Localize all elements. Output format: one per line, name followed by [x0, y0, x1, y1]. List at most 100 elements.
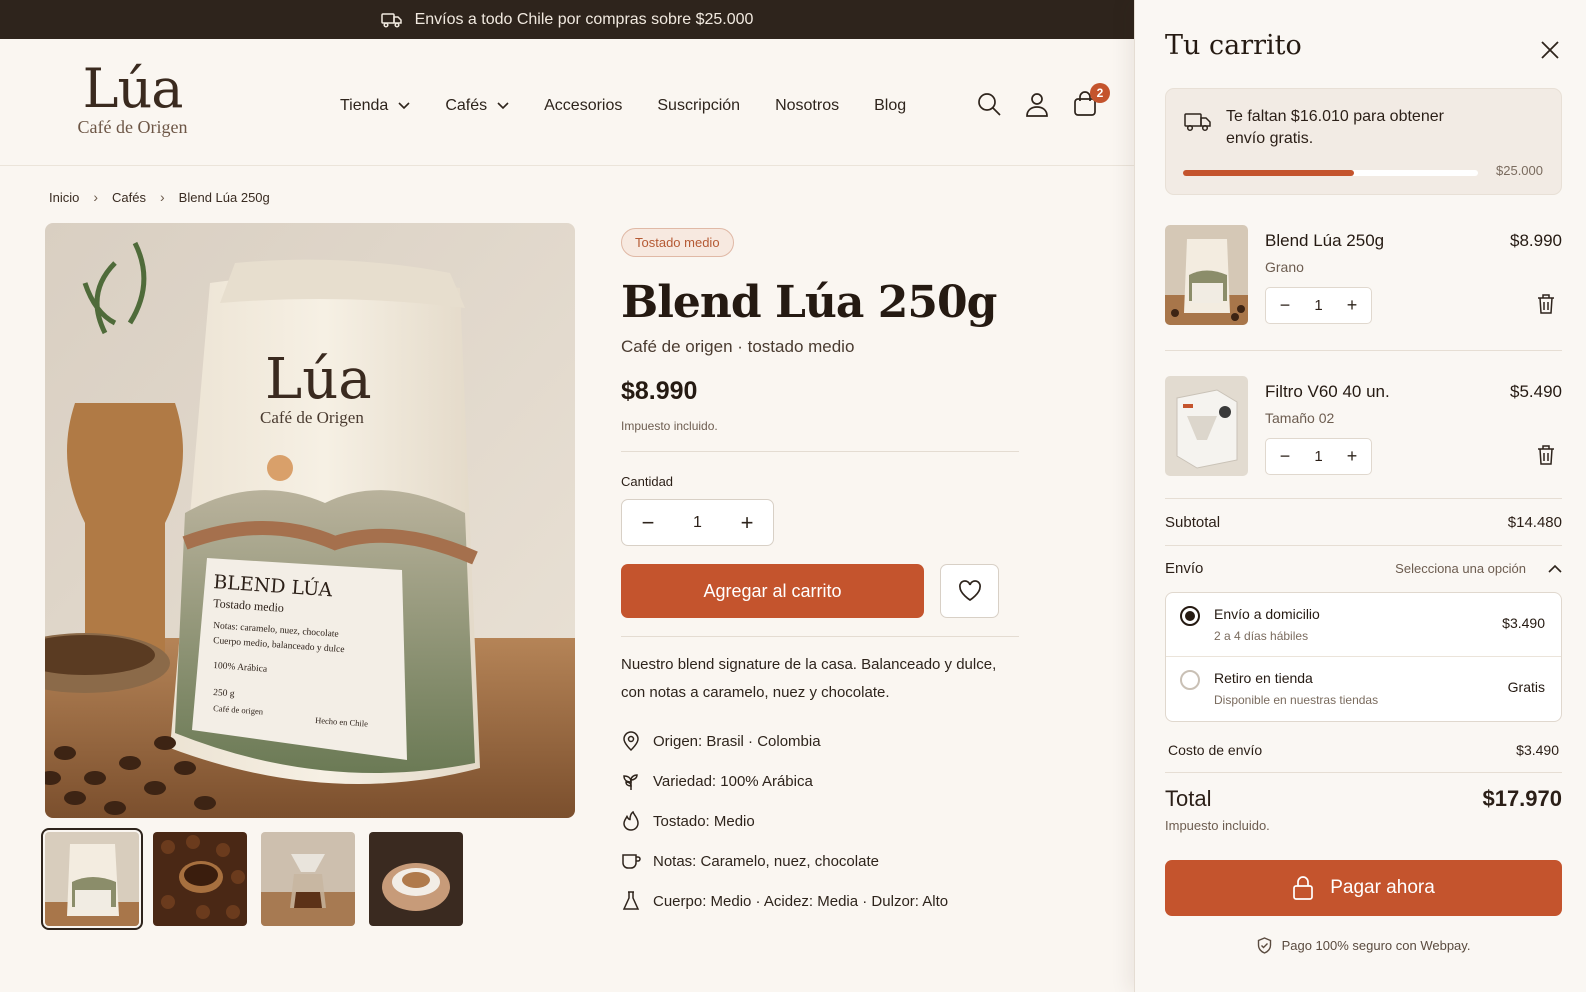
breadcrumb-cafes[interactable]: Cafés: [112, 190, 146, 205]
tax-note: Impuesto incluido.: [621, 419, 718, 433]
product-price: $8.990: [621, 377, 698, 405]
cart-item-quantity-stepper: − 1 +: [1265, 287, 1372, 324]
increase-quantity-button[interactable]: +: [1341, 295, 1363, 317]
add-to-cart-button[interactable]: Agregar al carrito: [621, 564, 924, 618]
attribute-text: Cuerpo: Medio · Acidez: Media · Dulzor: …: [653, 892, 949, 910]
attribute-origin: Origen: Brasil · Colombia: [621, 721, 1019, 761]
product-description: Nuestro blend signature de la casa. Bala…: [621, 656, 997, 701]
shipping-row[interactable]: Envío Selecciona una opción: [1165, 560, 1562, 577]
divider: [1165, 772, 1562, 773]
decrease-quantity-button[interactable]: −: [1274, 446, 1296, 468]
divider: [621, 451, 1019, 452]
attribute-variety: Variedad: 100% Arábica: [621, 761, 1019, 801]
divider: [1165, 498, 1562, 499]
product-title: Blend Lúa 250g: [621, 277, 997, 328]
flask-icon: [621, 891, 641, 911]
subtotal-label: Subtotal: [1165, 514, 1221, 531]
quantity-value[interactable]: 1: [693, 514, 702, 532]
product-main-image[interactable]: Lúa Café de Origen BLEND LÚA Tostado med…: [45, 223, 575, 818]
attribute-notes: Notas: Caramelo, nuez, chocolate: [621, 841, 1019, 881]
cart-item-quantity-stepper: − 1 +: [1265, 438, 1372, 475]
attribute-profile: Cuerpo: Medio · Acidez: Media · Dulzor: …: [621, 881, 1019, 921]
nav-item-tienda[interactable]: Tienda: [340, 97, 410, 115]
trash-icon[interactable]: [1536, 444, 1556, 466]
bag-tagline: Café de Origen: [260, 408, 364, 427]
increase-quantity-button[interactable]: +: [733, 509, 761, 537]
nav-item-suscripcion[interactable]: Suscripción: [657, 97, 740, 115]
cart-item-image[interactable]: [1165, 225, 1248, 325]
decrease-quantity-button[interactable]: −: [634, 509, 662, 537]
chevron-up-icon[interactable]: [1548, 564, 1562, 573]
logo-tagline: Café de Origen: [77, 117, 188, 137]
thumbnail-bag[interactable]: [41, 828, 143, 930]
shipping-cost-value: $3.490: [1516, 742, 1559, 758]
cart-item: Blend Lúa 250g Grano $8.990 − 1 +: [1165, 225, 1562, 325]
progress-fill: [1183, 170, 1355, 176]
shipping-options: Envío a domicilio 2 a 4 días hábiles $3.…: [1165, 592, 1562, 722]
pay-now-button[interactable]: Pagar ahora: [1165, 860, 1562, 916]
bag-brand: Lúa: [265, 347, 372, 412]
attribute-text: Origen: Brasil · Colombia: [653, 732, 821, 750]
account-icon[interactable]: [1024, 91, 1050, 117]
header-actions: 2: [976, 83, 1110, 117]
attribute-text: Variedad: 100% Arábica: [653, 772, 813, 790]
shipping-select-hint: Selecciona una opción: [1395, 561, 1526, 576]
cart-item: Filtro V60 40 un. Tamaño 02 $5.490 − 1 +: [1165, 376, 1562, 476]
nav-label: Tienda: [340, 97, 389, 114]
radio-home-delivery[interactable]: [1180, 606, 1200, 626]
decrease-quantity-button[interactable]: −: [1274, 295, 1296, 317]
attribute-text: Tostado: Medio: [653, 812, 755, 830]
cart-item-name: Blend Lúa 250g: [1265, 231, 1385, 250]
chevron-down-icon: [497, 102, 509, 110]
nav-label: Cafés: [445, 97, 488, 114]
thumbnail-cup[interactable]: [369, 832, 463, 926]
logo-wordmark: Lúa: [82, 57, 184, 120]
quantity-value[interactable]: 1: [1314, 297, 1322, 314]
search-icon[interactable]: [976, 91, 1002, 117]
breadcrumb-home[interactable]: Inicio: [49, 190, 79, 205]
nav-item-blog[interactable]: Blog: [874, 97, 906, 115]
product-info: Tostado medio Blend Lúa 250g Café de ori…: [621, 228, 1019, 921]
cart-icon[interactable]: 2: [1072, 83, 1110, 117]
truck-icon: [380, 12, 403, 28]
option-price: $3.490: [1502, 615, 1545, 631]
nav-item-cafes[interactable]: Cafés: [445, 97, 509, 115]
free-shipping-message: Te faltan $16.010 para obtener envío gra…: [1226, 108, 1444, 147]
announcement-bar: Envíos a todo Chile por compras sobre $2…: [0, 0, 1134, 39]
logo[interactable]: Lúa Café de Origen: [70, 61, 195, 138]
trash-icon[interactable]: [1536, 293, 1556, 315]
free-shipping-goal: $25.000: [1496, 163, 1543, 178]
wishlist-button[interactable]: [940, 564, 999, 618]
cart-item-variant: Grano: [1265, 259, 1304, 275]
free-shipping-progress: [1183, 170, 1478, 176]
shipping-option-home[interactable]: Envío a domicilio 2 a 4 días hábiles $3.…: [1166, 593, 1561, 657]
secure-payment-note: Pago 100% seguro con Webpay.: [1165, 937, 1562, 954]
total-row: Total $17.970: [1165, 786, 1562, 812]
total-tax-row: Impuesto incluido.: [1165, 818, 1562, 833]
roast-badge: Tostado medio: [621, 228, 734, 257]
increase-quantity-button[interactable]: +: [1341, 446, 1363, 468]
cart-item-image[interactable]: [1165, 376, 1248, 476]
flame-icon: [621, 811, 641, 831]
divider: [621, 636, 1019, 637]
option-subtitle: Disponible en nuestras tiendas: [1214, 693, 1379, 707]
cup-icon: [621, 851, 641, 871]
thumbnail-pour-over[interactable]: [261, 832, 355, 926]
option-title: Retiro en tienda: [1214, 670, 1313, 686]
thumbnail-beans-scoop[interactable]: [153, 832, 247, 926]
nav-item-nosotros[interactable]: Nosotros: [775, 97, 839, 115]
option-subtitle: 2 a 4 días hábiles: [1214, 629, 1309, 643]
nav-item-accesorios[interactable]: Accesorios: [544, 97, 622, 115]
close-icon[interactable]: [1538, 38, 1562, 62]
quantity-value[interactable]: 1: [1314, 448, 1322, 465]
shipping-option-pickup[interactable]: Retiro en tienda Disponible en nuestras …: [1166, 657, 1561, 721]
product-subtitle: Café de origen · tostado medio: [621, 337, 855, 356]
truck-icon: [1184, 111, 1212, 133]
pay-now-label: Pagar ahora: [1330, 877, 1435, 898]
subtotal-row: Subtotal $14.480: [1165, 514, 1562, 531]
radio-store-pickup[interactable]: [1180, 670, 1200, 690]
shipping-cost-label: Costo de envío: [1168, 742, 1263, 758]
cta-row: Agregar al carrito: [621, 564, 1019, 618]
product-page: Envíos a todo Chile por compras sobre $2…: [0, 0, 1134, 992]
quantity-label: Cantidad: [621, 474, 674, 489]
